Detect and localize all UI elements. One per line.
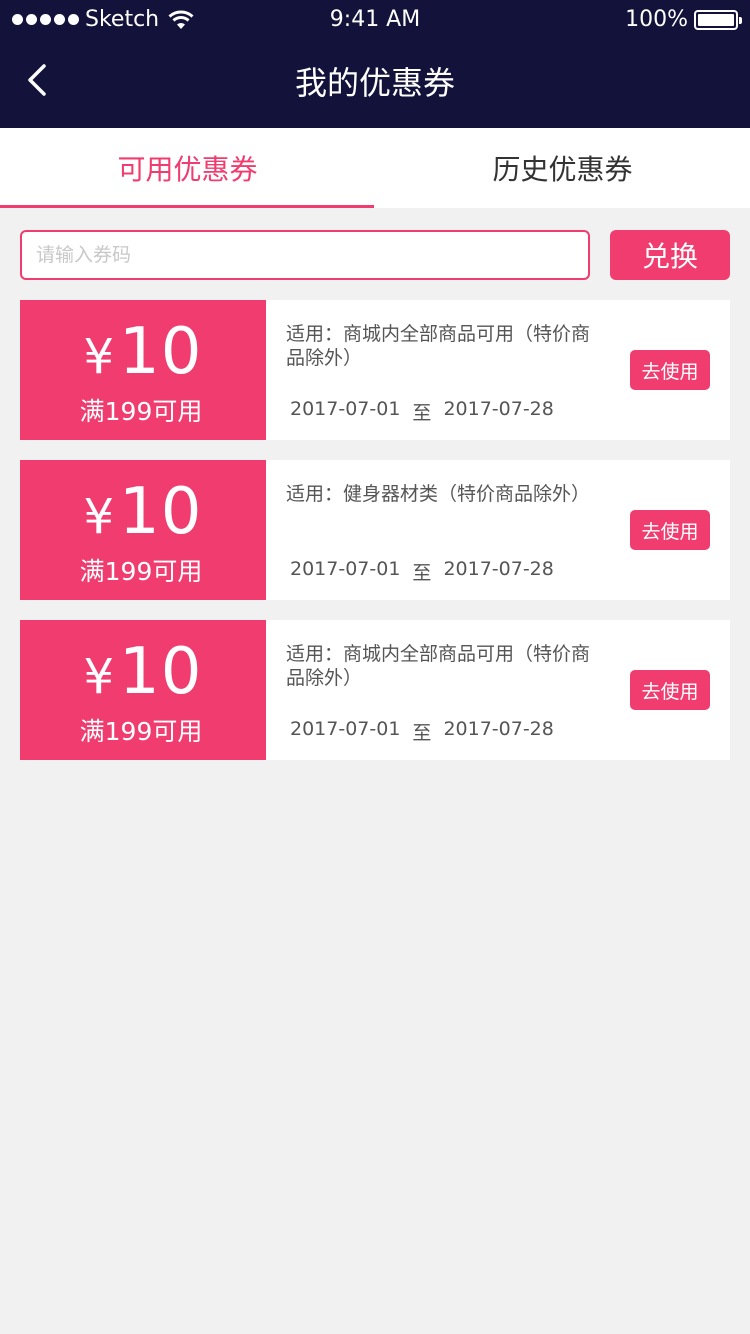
amount-value: 10 [119, 315, 203, 389]
coupon-card: ¥10 满199可用 适用：商城内全部商品可用（特价商品除外） 2017-07-… [20, 620, 730, 760]
coupon-scope: 适用：商城内全部商品可用（特价商品除外） [286, 643, 591, 689]
perforated-edge [258, 300, 276, 440]
date-separator: 至 [412, 562, 432, 584]
tab-history-coupons[interactable]: 历史优惠券 [375, 128, 750, 208]
status-right: 100% [625, 7, 742, 32]
coupon-card: ¥10 满199可用 适用：健身器材类（特价商品除外） 2017-07-01 至… [20, 460, 730, 600]
coupon-code-input[interactable] [20, 230, 590, 280]
date-separator: 至 [412, 402, 432, 424]
start-date: 2017-07-01 [290, 718, 401, 740]
use-coupon-button[interactable]: 去使用 [630, 350, 710, 390]
start-date: 2017-07-01 [290, 398, 401, 420]
nav-bar: 我的优惠券 [0, 40, 750, 128]
redeem-button[interactable]: 兑换 [610, 230, 730, 280]
date-separator: 至 [412, 722, 432, 744]
coupon-scope: 适用：健身器材类（特价商品除外） [286, 483, 591, 505]
use-coupon-button[interactable]: 去使用 [630, 670, 710, 710]
coupon-condition: 满199可用 [79, 557, 203, 586]
coupon-value-panel: ¥10 满199可用 [20, 620, 266, 760]
coupon-amount: ¥10 [20, 314, 266, 395]
coupon-validity: 2017-07-01 至 2017-07-28 [290, 718, 554, 745]
coupon-amount: ¥10 [20, 474, 266, 555]
coupon-validity: 2017-07-01 至 2017-07-28 [290, 558, 554, 585]
coupon-amount: ¥10 [20, 634, 266, 715]
coupon-value-panel: ¥10 满199可用 [20, 300, 266, 440]
end-date: 2017-07-28 [443, 398, 554, 420]
coupon-condition: 满199可用 [79, 397, 203, 426]
amount-value: 10 [119, 635, 203, 709]
currency-symbol: ¥ [83, 489, 116, 545]
page-title: 我的优惠券 [294, 64, 455, 102]
tab-available-coupons[interactable]: 可用优惠券 [0, 128, 375, 208]
perforated-edge [258, 460, 276, 600]
coupon-condition: 满199可用 [79, 717, 203, 746]
coupon-value-panel: ¥10 满199可用 [20, 460, 266, 600]
currency-symbol: ¥ [83, 329, 116, 385]
end-date: 2017-07-28 [443, 718, 554, 740]
status-bar: Sketch 9:41 AM 100% [0, 0, 750, 40]
coupon-validity: 2017-07-01 至 2017-07-28 [290, 398, 554, 425]
amount-value: 10 [119, 475, 203, 549]
start-date: 2017-07-01 [290, 558, 401, 580]
coupon-scope: 适用：商城内全部商品可用（特价商品除外） [286, 323, 591, 369]
use-coupon-button[interactable]: 去使用 [630, 510, 710, 550]
redeem-row: 兑换 [20, 230, 730, 280]
battery-icon [694, 9, 742, 30]
battery-percentage: 100% [625, 7, 688, 32]
perforated-edge [258, 620, 276, 760]
end-date: 2017-07-28 [443, 558, 554, 580]
app-header: Sketch 9:41 AM 100% 我的优惠券 [0, 0, 750, 128]
coupon-card: ¥10 满199可用 适用：商城内全部商品可用（特价商品除外） 2017-07-… [20, 300, 730, 440]
coupon-tabs: 可用优惠券 历史优惠券 [0, 128, 750, 208]
currency-symbol: ¥ [83, 649, 116, 705]
